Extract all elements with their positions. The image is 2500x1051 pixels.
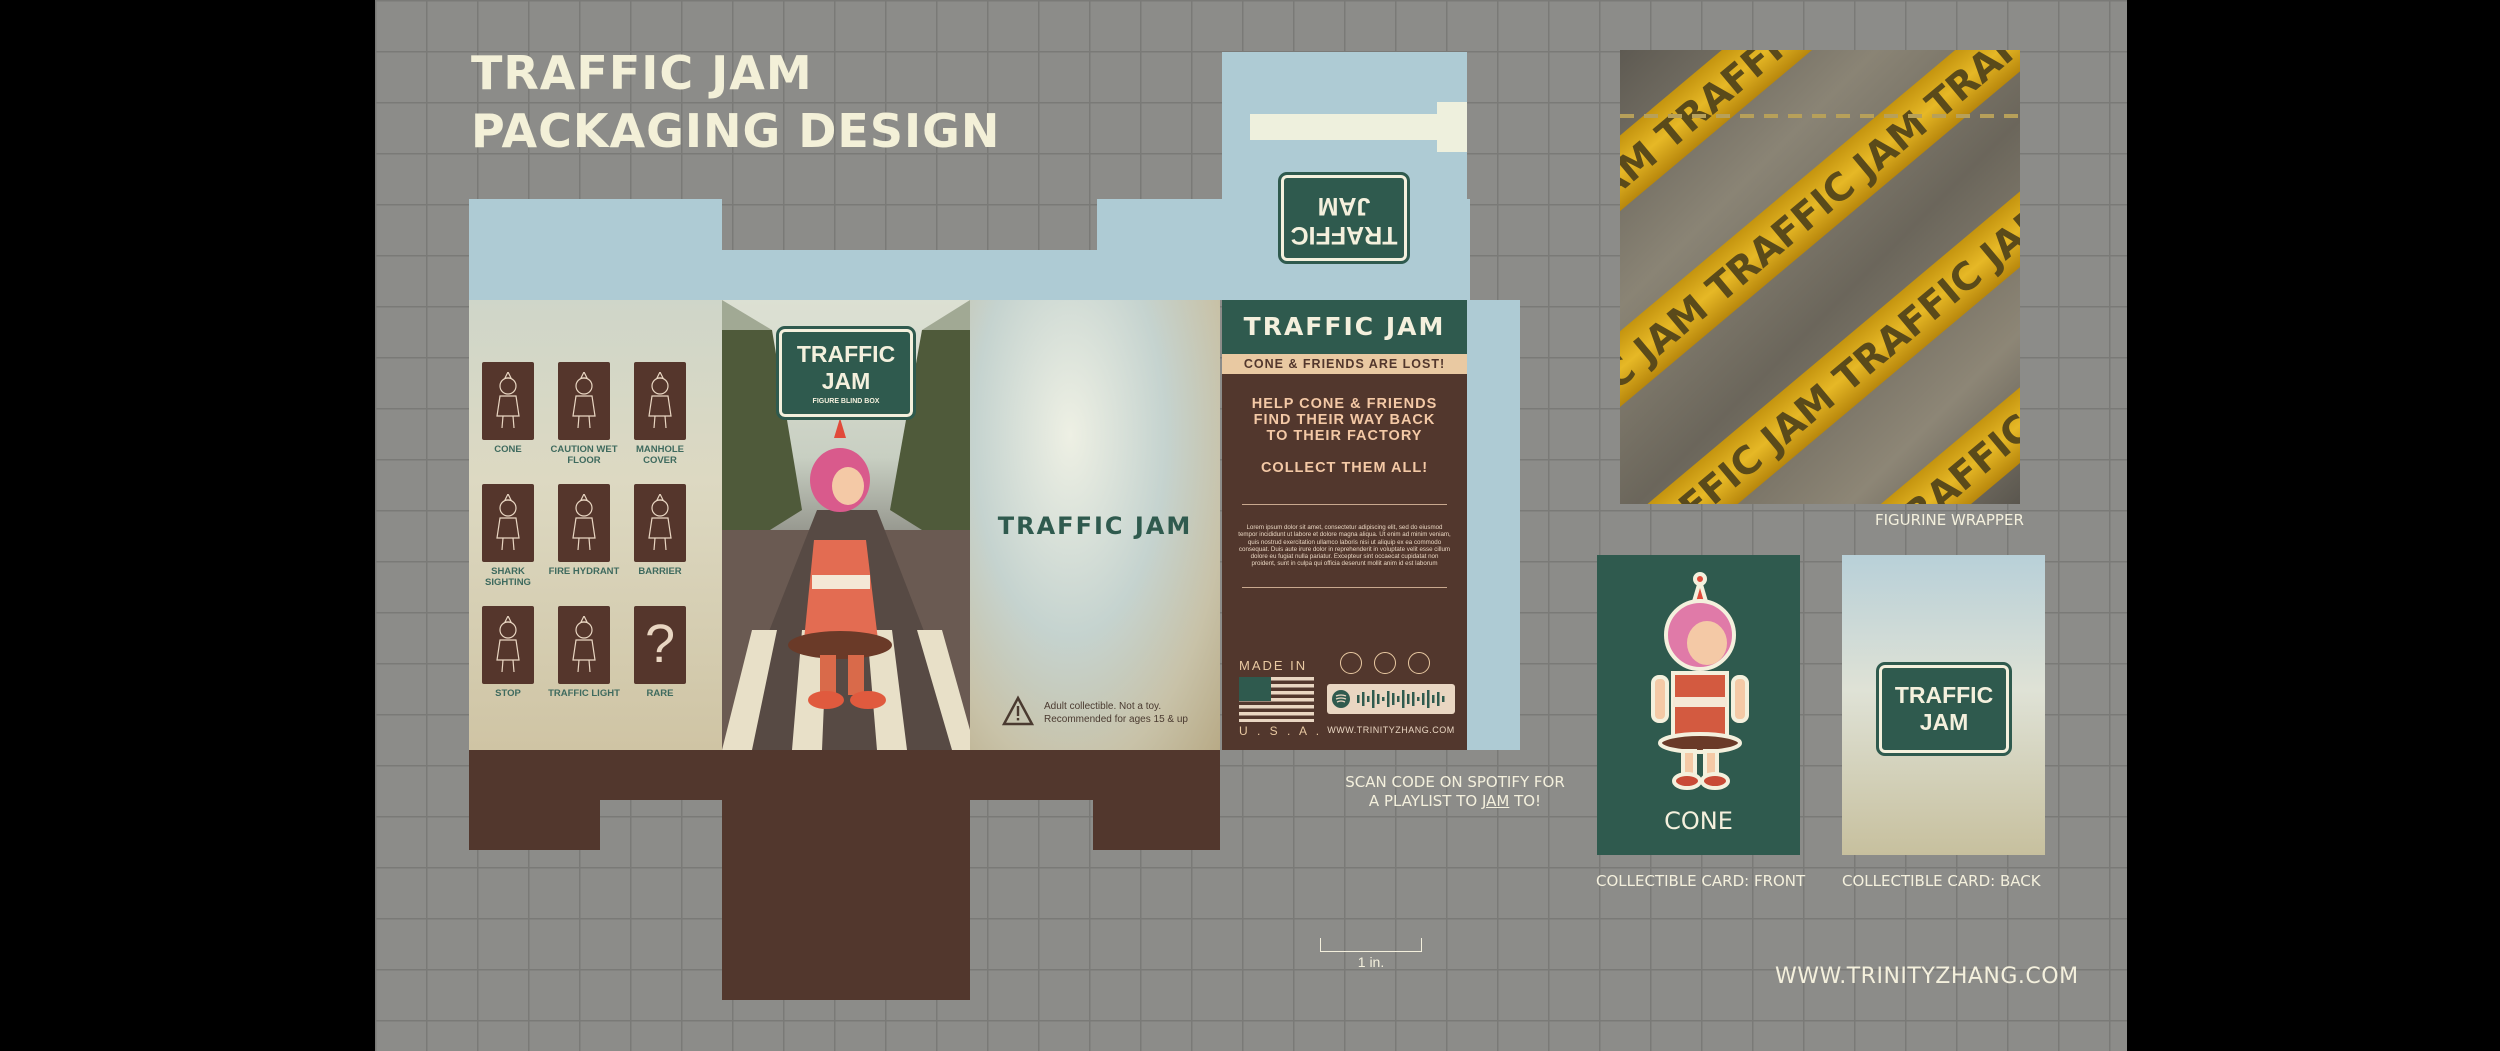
usa-text: U . S . A . xyxy=(1239,724,1323,738)
figure-sketch-icon xyxy=(572,494,596,551)
front-sign-line2: JAM xyxy=(821,368,871,394)
figure-thumbnail xyxy=(634,484,686,562)
age-warning: Adult collectible. Not a toy. Recommende… xyxy=(1044,700,1188,726)
figure-grid-item: SHARK SIGHTING xyxy=(470,484,546,588)
bottom-flap-front xyxy=(722,750,970,1000)
figure-thumbnail xyxy=(558,484,610,562)
collect-text: COLLECT THEM ALL! xyxy=(1260,460,1429,476)
figure-grid-item: BARRIER xyxy=(622,484,698,577)
footer-website[interactable]: WWW.TRINITYZHANG.COM xyxy=(1775,964,2079,989)
figure-grid-item: CAUTION WET FLOOR xyxy=(546,362,622,466)
figure-sketch-icon xyxy=(496,616,520,673)
recycle-circles xyxy=(1340,652,1440,676)
figure-label: STOP xyxy=(495,688,521,699)
figure-thumbnail xyxy=(634,362,686,440)
figure-sketch-icon xyxy=(496,372,520,429)
front-sign-line1: TRAFFIC xyxy=(796,341,896,367)
bottom-flap-left xyxy=(469,750,600,850)
title-line-1: TRAFFIC JAM xyxy=(471,46,813,100)
warning-triangle-icon xyxy=(1001,695,1035,727)
figure-label: RARE xyxy=(646,688,674,699)
pitch-line-2: FIND THEIR WAY BACK xyxy=(1253,412,1436,428)
figure-label: BARRIER xyxy=(638,566,682,577)
side-logo-text: TRAFFIC JAM xyxy=(997,512,1193,540)
back-divider-1 xyxy=(1242,504,1447,505)
collectible-card-front: CONE xyxy=(1597,555,1800,855)
figure-thumbnail: ? xyxy=(634,606,686,684)
figure-label: MANHOLE COVER xyxy=(635,444,685,466)
card-back-sign-line2: JAM xyxy=(1919,709,1969,735)
figure-thumbnail xyxy=(482,362,534,440)
wrapper-pattern: TRAFFIC JAM TRAFFIC JAM TRAFFIC JAM TRAF… xyxy=(1620,50,2020,504)
spotify-note: SCAN CODE ON SPOTIFY FOR A PLAYLIST TO J… xyxy=(1305,773,1605,811)
figure-grid-item: ? RARE xyxy=(622,606,698,699)
figure-sketch-icon xyxy=(496,494,520,551)
figure-grid-item: TRAFFIC LIGHT xyxy=(546,606,622,699)
figure-sketch-icon xyxy=(572,372,596,429)
pitch-line-3: TO THEIR FACTORY xyxy=(1266,428,1423,444)
us-flag-icon xyxy=(1239,677,1314,722)
collectible-card-back: TRAFFIC JAM xyxy=(1842,555,2045,855)
scale-bar xyxy=(1320,938,1422,952)
back-website[interactable]: WWW.TRINITYZHANG.COM xyxy=(1327,725,1455,735)
figure-sketch-icon xyxy=(572,616,596,673)
figure-label: SHARK SIGHTING xyxy=(485,566,531,588)
figure-sketch-icon xyxy=(648,494,672,551)
design-board: TRAFFIC JAM PACKAGING DESIGN TRAFFIC JAM… xyxy=(375,0,2127,1051)
made-in-text: MADE IN xyxy=(1239,658,1308,673)
figure-thumbnail xyxy=(482,484,534,562)
top-flap-sign-line2: JAM xyxy=(1317,192,1371,220)
figure-grid-item: MANHOLE COVER xyxy=(622,362,698,466)
scale-label: 1 in. xyxy=(1357,954,1385,970)
back-divider-2 xyxy=(1242,586,1447,588)
warning-line-1: Adult collectible. Not a toy. xyxy=(1044,701,1162,712)
back-lorem: Lorem ipsum dolor sit amet, consectetur … xyxy=(1238,524,1451,568)
rare-question-icon: ? xyxy=(644,614,676,674)
front-sign-sub: FIGURE BLIND BOX xyxy=(812,398,880,405)
glue-flap-right xyxy=(1467,300,1520,750)
back-banner: CONE & FRIENDS ARE LOST! xyxy=(1222,354,1467,374)
figure-thumbnail xyxy=(482,606,534,684)
front-logo-sign: TRAFFIC JAM FIGURE BLIND BOX xyxy=(776,326,916,420)
spotify-note-line1: SCAN CODE ON SPOTIFY FOR xyxy=(1345,773,1565,791)
back-header: TRAFFIC JAM xyxy=(1222,300,1467,354)
side-panel-logo: TRAFFIC JAM Adult collectible. Not a toy… xyxy=(970,300,1220,750)
figure-thumbnail xyxy=(558,606,610,684)
figure-label: FIRE HYDRANT xyxy=(548,566,620,577)
spotify-code-icon[interactable] xyxy=(1327,684,1455,714)
card-front-name: CONE xyxy=(1664,807,1733,835)
lid-tuck-tab xyxy=(1437,102,1467,152)
figure-grid-item: STOP xyxy=(470,606,546,699)
cone-character-art xyxy=(1651,572,1749,790)
figure-grid-item: FIRE HYDRANT xyxy=(546,484,622,577)
wrapper-caption: FIGURINE WRAPPER xyxy=(1875,511,2024,529)
page-title: TRAFFIC JAM PACKAGING DESIGN xyxy=(471,44,1000,160)
figurine-wrapper: TRAFFIC JAM TRAFFIC JAM TRAFFIC JAM TRAF… xyxy=(1620,50,2020,504)
card-back-sign-line1: TRAFFIC xyxy=(1894,682,1994,708)
back-pitch: HELP CONE & FRIENDS FIND THEIR WAY BACK … xyxy=(1222,396,1467,476)
pitch-line-1: HELP CONE & FRIENDS xyxy=(1251,396,1438,412)
spotify-note-line2: A PLAYLIST TO JAM TO! xyxy=(1305,792,1605,811)
spotify-note-post: TO! xyxy=(1509,792,1542,810)
spotify-note-pre: A PLAYLIST TO xyxy=(1368,792,1482,810)
figure-label: CONE xyxy=(494,444,522,455)
spotify-note-link: JAM xyxy=(1481,792,1510,810)
front-panel: TRAFFIC JAM FIGURE BLIND BOX xyxy=(722,300,970,750)
figure-grid-item: CONE xyxy=(470,362,546,455)
back-panel: TRAFFIC JAM CONE & FRIENDS ARE LOST! HEL… xyxy=(1222,300,1467,750)
card-back-caption: COLLECTIBLE CARD: BACK xyxy=(1842,872,2041,890)
bottom-flap-mid xyxy=(1093,750,1220,850)
top-flap-sign-line1: TRAFFIC xyxy=(1290,221,1398,249)
figure-label: TRAFFIC LIGHT xyxy=(548,688,620,699)
card-front-caption: COLLECTIBLE CARD: FRONT xyxy=(1596,872,1806,890)
figure-thumbnail xyxy=(558,362,610,440)
lid-tuck-stripe xyxy=(1250,114,1440,140)
figure-sketch-icon xyxy=(648,372,672,429)
title-line-2: PACKAGING DESIGN xyxy=(471,104,1001,158)
side-panel-figures: CONE CAUTION WET FLOOR MANHOLE COVER SHARK … xyxy=(469,300,722,750)
top-flap-sign: TRAFFIC JAM xyxy=(1278,172,1410,264)
card-back-sign: TRAFFIC JAM xyxy=(1876,662,2012,756)
warning-line-2: Recommended for ages 15 & up xyxy=(1044,714,1188,725)
figure-label: CAUTION WET FLOOR xyxy=(550,444,618,466)
